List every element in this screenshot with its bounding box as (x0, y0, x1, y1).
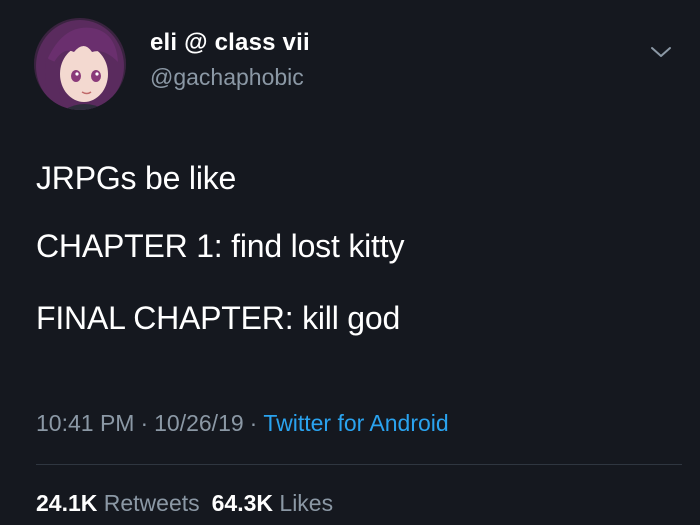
tweet-card: eli @ class vii @gachaphobic JRPGs be li… (0, 0, 700, 525)
tweet-stats: 24.1K Retweets 64.3K Likes (36, 490, 345, 517)
retweets-stat[interactable]: 24.1K Retweets (36, 490, 200, 516)
tweet-date: 10/26/19 (154, 410, 244, 436)
display-name[interactable]: eli @ class vii (150, 29, 310, 57)
avatar[interactable] (34, 18, 126, 110)
meta-separator: · (249, 410, 258, 436)
retweets-count: 24.1K (36, 490, 98, 516)
avatar-image (34, 18, 126, 110)
tweet-text-line: CHAPTER 1: find lost kitty (36, 228, 405, 264)
chevron-down-icon[interactable] (648, 42, 674, 62)
retweets-label: Retweets (103, 490, 200, 516)
divider (36, 464, 682, 465)
meta-separator: · (140, 410, 149, 436)
tweet-text-line: FINAL CHAPTER: kill god (36, 300, 401, 336)
likes-count: 64.3K (211, 490, 274, 516)
tweet-time: 10:41 PM (36, 410, 135, 436)
tweet-source-link[interactable]: Twitter for Android (263, 410, 448, 436)
tweet-meta: 10:41 PM · 10/26/19 · Twitter for Android (36, 410, 449, 437)
tweet-text-line: JRPGs be like (36, 160, 237, 196)
likes-stat[interactable]: 64.3K Likes (212, 490, 333, 516)
likes-label: Likes (279, 490, 334, 516)
user-handle[interactable]: @gachaphobic (150, 64, 304, 91)
